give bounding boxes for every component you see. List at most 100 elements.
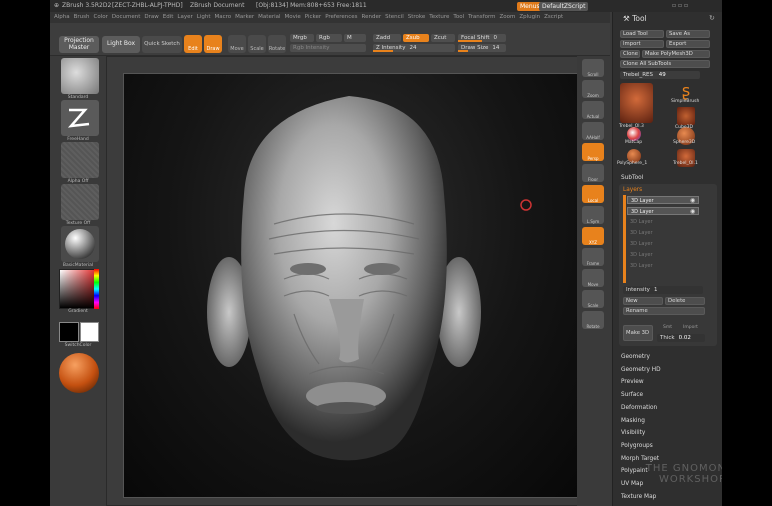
menu-item[interactable]: Zscript (544, 12, 563, 23)
layer-item-3[interactable]: 3D Layer (627, 218, 699, 226)
focal-shift-slider[interactable]: Focal Shift 0 (458, 34, 506, 42)
make-polymesh-button[interactable]: Make PolyMesh3D (642, 50, 710, 58)
tool-section-item[interactable]: Morph Target (621, 456, 659, 462)
mrgb-button[interactable]: Mrgb (290, 34, 314, 42)
tool-section-item[interactable]: Masking (621, 418, 645, 424)
menu-item[interactable]: Layer (177, 12, 192, 23)
panel-menu-icon[interactable]: ↻ (709, 14, 715, 22)
zcut-button[interactable]: Zcut (431, 34, 455, 42)
menu-item[interactable]: Texture (429, 12, 449, 23)
zadd-button[interactable]: Zadd (373, 34, 401, 42)
tool-section-item[interactable]: Visibility (621, 430, 645, 436)
edit-button[interactable]: Edit (184, 35, 202, 53)
layer-eye-icon[interactable]: ◉ (690, 197, 695, 204)
right-shelf-button[interactable]: Scale (582, 290, 604, 308)
menu-item[interactable]: Color (94, 12, 108, 23)
menu-item[interactable]: Stencil (385, 12, 404, 23)
material-sphere-icon[interactable] (61, 226, 99, 262)
layer-intensity-slider[interactable]: Intensity 1 (623, 286, 703, 294)
switchcolor-label[interactable]: SwitchColor (50, 343, 106, 348)
lightbox-button[interactable]: Light Box (102, 36, 140, 53)
tool-section-item[interactable]: Polygroups (621, 443, 653, 449)
delete-layer-button[interactable]: Delete (665, 297, 705, 305)
draw-button[interactable]: Draw (204, 35, 222, 53)
menu-item[interactable]: Draw (144, 12, 158, 23)
projection-master-button[interactable]: Projection Master (59, 36, 99, 53)
menu-item[interactable]: Material (258, 12, 280, 23)
standard-brush-icon[interactable] (61, 58, 99, 94)
3d-viewport[interactable] (123, 73, 578, 498)
menu-item[interactable]: Macro (215, 12, 232, 23)
right-shelf-button[interactable]: XYZ (582, 227, 604, 245)
import-button[interactable]: Import (620, 40, 664, 48)
menu-item[interactable]: Preferences (325, 12, 357, 23)
layer-item-2[interactable]: 3D Layer (627, 207, 699, 215)
clone-button[interactable]: Clone (620, 50, 640, 58)
active-tool-thumbnail[interactable] (620, 83, 653, 123)
menu-item[interactable]: Render (362, 12, 382, 23)
layers-section[interactable]: Layers (623, 187, 642, 193)
right-shelf-button[interactable]: Actual (582, 101, 604, 119)
rgb-button[interactable]: Rgb (316, 34, 342, 42)
main-color-swatch[interactable] (59, 322, 79, 342)
quick-sketch-button[interactable]: Quick Sketch (142, 36, 182, 53)
subtool-section[interactable]: SubTool (621, 175, 643, 181)
rename-layer-button[interactable]: Rename (623, 307, 705, 315)
save-as-button[interactable]: Save As (666, 30, 710, 38)
menu-item[interactable]: Light (197, 12, 211, 23)
layer-eye-icon-2[interactable]: ◉ (690, 208, 695, 215)
tool-section-item[interactable]: Surface (621, 392, 643, 398)
tool-panel-title[interactable]: ⚒ Tool (613, 12, 722, 26)
scale-button[interactable]: Scale (248, 35, 266, 53)
default-zscript-button[interactable]: DefaultZScript (539, 2, 589, 11)
hue-strip[interactable] (94, 269, 99, 309)
right-shelf-button[interactable]: AAHalf (582, 122, 604, 140)
menu-item[interactable]: Stroke (408, 12, 426, 23)
right-shelf-button[interactable]: Floor (582, 164, 604, 182)
right-shelf-button[interactable]: Move (582, 269, 604, 287)
sculpted-head-model[interactable] (124, 74, 579, 499)
layers-scrollbar[interactable] (623, 195, 626, 283)
layer-item-4[interactable]: 3D Layer (627, 229, 699, 237)
menu-item[interactable]: Alpha (54, 12, 70, 23)
load-tool-button[interactable]: Load Tool (620, 30, 664, 38)
secondary-color-swatch[interactable] (80, 322, 99, 342)
thick-slider[interactable]: Thick 0.02 (657, 334, 705, 342)
right-shelf-button[interactable]: L.Sym (582, 206, 604, 224)
window-controls-icon[interactable]: ▫ ▫ ▫ (672, 0, 688, 12)
menu-item[interactable]: Zplugin (519, 12, 540, 23)
layer-item-1[interactable]: 3D Layer (627, 196, 699, 204)
rotate-button[interactable]: Rotate (268, 35, 286, 53)
draw-size-slider[interactable]: Draw Size 14 (458, 44, 506, 52)
freehand-stroke-icon[interactable] (61, 100, 99, 136)
m-button[interactable]: M (344, 34, 366, 42)
layer-item-5[interactable]: 3D Layer (627, 240, 699, 248)
menu-item[interactable]: Movie (285, 12, 301, 23)
cube3d-icon[interactable] (677, 107, 695, 125)
alpha-off-icon[interactable] (61, 142, 99, 178)
matcap-icon[interactable] (627, 127, 641, 141)
layer-item-7[interactable]: 3D Layer (627, 262, 699, 270)
right-shelf-button[interactable]: Scroll (582, 59, 604, 77)
right-shelf-button[interactable]: Rotate (582, 311, 604, 329)
right-shelf-button[interactable]: Local (582, 185, 604, 203)
make-3d-button[interactable]: Make 3D (623, 325, 653, 341)
menu-item[interactable]: Document (112, 12, 141, 23)
z-intensity-slider[interactable]: Z Intensity 24 (373, 44, 455, 52)
tool-section-item[interactable]: Preview (621, 379, 644, 385)
active-tool-slider[interactable]: Trebel_RES 49 (620, 71, 700, 79)
menu-item[interactable]: Edit (163, 12, 174, 23)
right-shelf-button[interactable]: Persp (582, 143, 604, 161)
menu-item[interactable]: Tool (453, 12, 464, 23)
import-layer-button[interactable]: Import (683, 325, 698, 330)
tool-section-item[interactable]: Deformation (621, 405, 657, 411)
export-button[interactable]: Export (666, 40, 710, 48)
menu-item[interactable]: Zoom (499, 12, 515, 23)
right-shelf-button[interactable]: Frame (582, 248, 604, 266)
right-shelf-button[interactable]: Zoom (582, 80, 604, 98)
rgb-intensity-slider[interactable]: Rgb Intensity (290, 44, 366, 52)
orange-material-sphere-icon[interactable] (59, 353, 99, 393)
menu-item[interactable]: Transform (468, 12, 495, 23)
smt-toggle[interactable]: Smt (663, 325, 672, 330)
menu-item[interactable]: Brush (74, 12, 90, 23)
